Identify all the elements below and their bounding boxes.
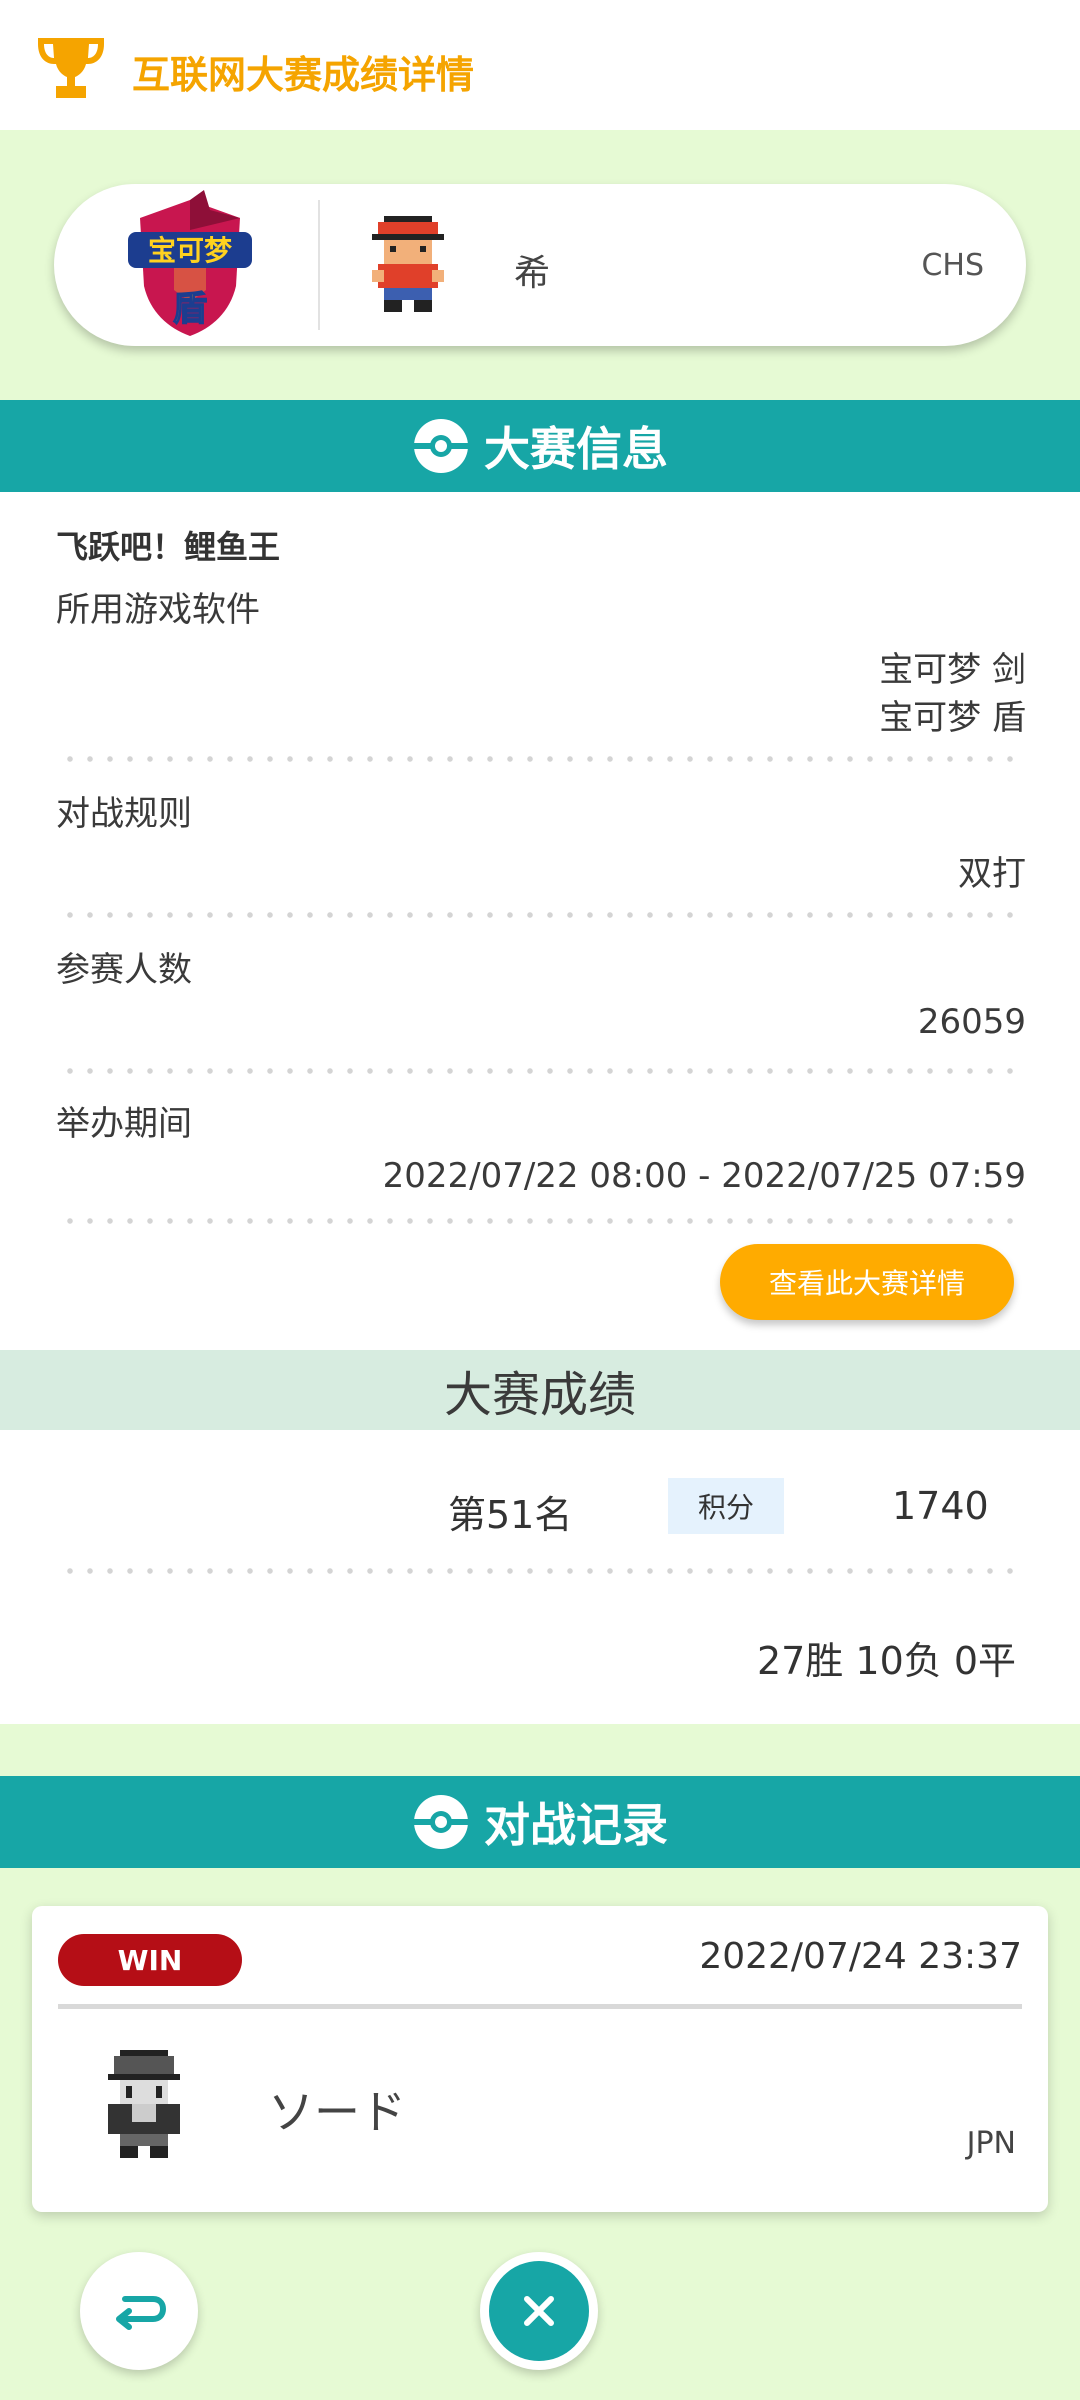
participants-value: 26059 bbox=[917, 1002, 1026, 1042]
game-shield-logo-icon: 宝可梦 盾 bbox=[128, 190, 252, 336]
points-label: 积分 bbox=[668, 1478, 784, 1534]
app-header: 互联网大赛成绩详情 bbox=[0, 0, 1080, 130]
card-separator bbox=[58, 2004, 1022, 2009]
dotted-divider bbox=[60, 756, 1020, 762]
close-button[interactable] bbox=[480, 2252, 598, 2370]
info-section-header: 大赛信息 bbox=[0, 400, 1080, 492]
close-button-inner bbox=[489, 2261, 589, 2361]
points-value: 1740 bbox=[892, 1484, 989, 1528]
participants-label: 参赛人数 bbox=[56, 950, 192, 990]
period-value: 2022/07/22 08:00 - 2022/07/25 07:59 bbox=[382, 1156, 1026, 1196]
player-region: CHS bbox=[921, 248, 984, 283]
dotted-divider bbox=[60, 912, 1020, 918]
battles-section-header: 对战记录 bbox=[0, 1776, 1080, 1868]
return-arrow-icon bbox=[116, 2296, 167, 2330]
rule-value: 双打 bbox=[958, 854, 1026, 894]
player-card: 宝可梦 盾 希 CHS bbox=[54, 184, 1026, 346]
trophy-icon bbox=[38, 38, 104, 98]
game-software-label: 所用游戏软件 bbox=[56, 590, 260, 630]
period-label: 举办期间 bbox=[56, 1104, 192, 1144]
pokeball-icon bbox=[414, 1795, 468, 1849]
page-title: 互联网大赛成绩详情 bbox=[132, 53, 475, 97]
rank-value: 第51名 bbox=[448, 1493, 573, 1537]
dotted-divider bbox=[60, 1568, 1020, 1574]
win-loss-record: 27胜 10负 0平 bbox=[756, 1639, 1016, 1683]
results-panel: 第51名 积分 1740 27胜 10负 0平 bbox=[0, 1430, 1080, 1724]
results-title: 大赛成绩 bbox=[443, 1367, 636, 1423]
tournament-info: 飞跃吧！鲤鱼王 所用游戏软件 宝可梦 剑 宝可梦 盾 对战规则 双打 参赛人数 … bbox=[0, 492, 1080, 1350]
game-software-2: 宝可梦 盾 bbox=[879, 698, 1026, 738]
battle-record-card[interactable]: WIN 2022/07/24 23:37 ソード JPN bbox=[32, 1906, 1048, 2212]
rule-label: 对战规则 bbox=[56, 794, 192, 834]
card-divider bbox=[318, 200, 320, 330]
opponent-name: ソード bbox=[268, 2085, 406, 2139]
battle-date: 2022/07/24 23:37 bbox=[699, 1936, 1022, 1977]
player-name: 希 bbox=[514, 253, 551, 294]
dotted-divider bbox=[60, 1218, 1020, 1224]
back-button[interactable] bbox=[80, 2252, 198, 2370]
dotted-divider bbox=[60, 1068, 1020, 1074]
game-logo-text-top: 宝可梦 bbox=[148, 234, 233, 267]
trainer-avatar bbox=[372, 216, 444, 312]
opponent-avatar bbox=[108, 2050, 180, 2158]
close-icon bbox=[524, 2296, 554, 2326]
result-badge: WIN bbox=[58, 1934, 242, 1986]
view-tournament-details-button[interactable]: 查看此大赛详情 bbox=[720, 1244, 1014, 1320]
info-section-title: 大赛信息 bbox=[484, 422, 668, 476]
battles-section-title: 对战记录 bbox=[484, 1798, 668, 1852]
game-logo-text-bottom: 盾 bbox=[173, 289, 207, 329]
opponent-region: JPN bbox=[966, 2126, 1016, 2161]
game-software-1: 宝可梦 剑 bbox=[879, 650, 1026, 690]
pokeball-icon bbox=[414, 419, 468, 473]
results-section-header: 大赛成绩 bbox=[0, 1350, 1080, 1430]
event-name: 飞跃吧！鲤鱼王 bbox=[56, 528, 281, 566]
